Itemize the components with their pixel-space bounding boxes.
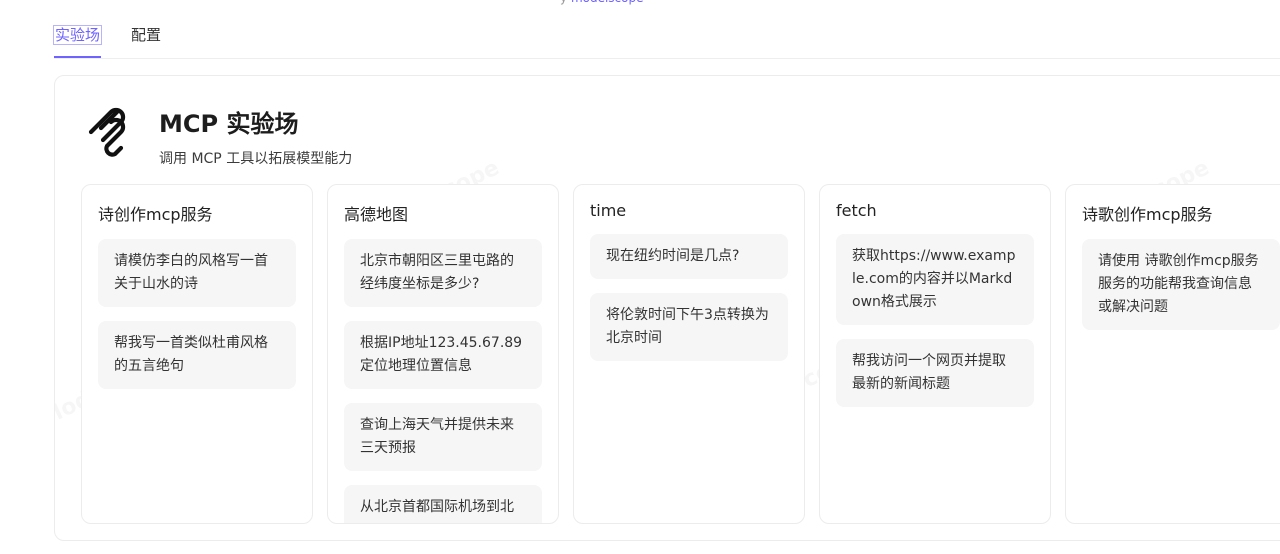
service-title: 诗创作mcp服务 — [98, 205, 213, 224]
prompt-card[interactable]: 从北京首都国际机场到北 — [344, 485, 542, 523]
prompt-card[interactable]: 请模仿李白的风格写一首关于山水的诗 — [98, 239, 296, 307]
prompt-card[interactable]: 帮我写一首类似杜甫风格的五言绝句 — [98, 321, 296, 389]
tab-bar: 实验场 配置 — [52, 18, 191, 58]
top-strip: y modelscope — [560, 0, 644, 5]
service-title: 诗歌创作mcp服务 — [1082, 205, 1213, 224]
tab-config-label: 配置 — [131, 26, 162, 44]
page-subtitle: 调用 MCP 工具以拓展模型能力 — [159, 151, 353, 167]
service-columns: 诗创作mcp服务 请模仿李白的风格写一首关于山水的诗 帮我写一首类似杜甫风格的五… — [81, 184, 1280, 524]
service-column-amap: 高德地图 北京市朝阳区三里屯路的经纬度坐标是多少? 根据IP地址123.45.6… — [327, 184, 559, 524]
prompt-card[interactable]: 获取https://www.example.com的内容并以Markdown格式… — [836, 234, 1034, 325]
service-column-fetch: fetch 获取https://www.example.com的内容并以Mark… — [819, 184, 1051, 524]
prompt-card[interactable]: 北京市朝阳区三里屯路的经纬度坐标是多少? — [344, 239, 542, 307]
tab-playground[interactable]: 实验场 — [52, 18, 103, 58]
service-column-poem: 诗创作mcp服务 请模仿李白的风格写一首关于山水的诗 帮我写一首类似杜甫风格的五… — [81, 184, 313, 524]
page-title: MCP 实验场 — [159, 110, 299, 138]
top-strip-link[interactable]: modelscope — [571, 0, 644, 5]
prompt-card[interactable]: 查询上海天气并提供未来三天预报 — [344, 403, 542, 471]
prompt-card[interactable]: 根据IP地址123.45.67.89定位地理位置信息 — [344, 321, 542, 389]
service-title: time — [590, 201, 627, 220]
prompt-card[interactable]: 将伦敦时间下午3点转换为北京时间 — [590, 293, 788, 361]
service-column-poetry: 诗歌创作mcp服务 请使用 诗歌创作mcp服务 服务的功能帮我查询信息或解决问题 — [1065, 184, 1280, 524]
tab-config[interactable]: 配置 — [131, 18, 161, 58]
tab-playground-label: 实验场 — [52, 25, 103, 45]
tab-divider — [54, 58, 1280, 59]
service-title: 高德地图 — [344, 205, 409, 224]
mcp-logo-icon — [88, 107, 126, 157]
prompt-card[interactable]: 帮我访问一个网页并提取最新的新闻标题 — [836, 339, 1034, 407]
top-strip-text: y — [560, 0, 567, 5]
prompt-card[interactable]: 请使用 诗歌创作mcp服务 服务的功能帮我查询信息或解决问题 — [1082, 239, 1280, 330]
service-column-time: time 现在纽约时间是几点? 将伦敦时间下午3点转换为北京时间 — [573, 184, 805, 524]
playground-panel: ModelScope ModelScope ModelScope ModelSc… — [54, 75, 1280, 541]
prompt-card[interactable]: 现在纽约时间是几点? — [590, 234, 788, 279]
service-title: fetch — [836, 201, 877, 220]
